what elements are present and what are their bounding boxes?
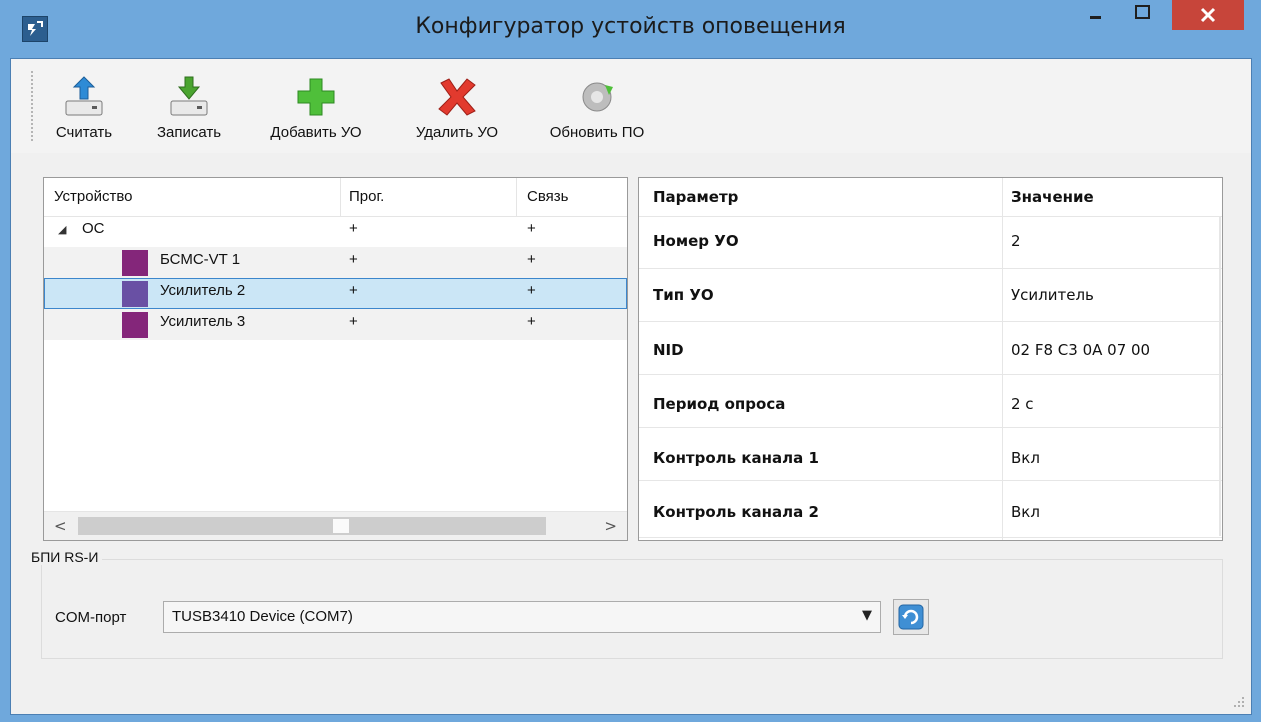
param-name: Контроль канала 1	[653, 449, 819, 467]
resize-grip-icon[interactable]	[1233, 696, 1245, 708]
collapse-triangle-icon[interactable]: ◢	[58, 223, 66, 236]
device-tree[interactable]: Устройство Прог. Связь ◢ ОС + + БСМС-VT …	[43, 177, 628, 541]
param-value[interactable]: Усилитель	[1011, 286, 1094, 304]
param-header-name[interactable]: Параметр	[653, 188, 738, 206]
minimize-button[interactable]	[1078, 0, 1112, 30]
tree-row-bsms[interactable]: БСМС-VT 1 + +	[44, 247, 627, 278]
close-button[interactable]	[1172, 0, 1244, 30]
param-name: Период опроса	[653, 395, 786, 413]
header-separator	[340, 178, 341, 216]
com-port-value: TUSB3410 Device (COM7)	[172, 608, 353, 625]
write-button[interactable]: Записать	[137, 75, 241, 145]
tree-cell-link: +	[527, 313, 536, 330]
param-value[interactable]: Вкл	[1011, 449, 1040, 467]
update-firmware-label: Обновить ПО	[549, 124, 645, 141]
upload-icon	[62, 75, 106, 119]
tree-row-amplifier-3[interactable]: Усилитель 3 + +	[44, 309, 627, 340]
scrollbar-track[interactable]	[78, 517, 546, 535]
tree-row-amplifier-2[interactable]: Усилитель 2 + +	[44, 278, 627, 309]
add-device-label: Добавить УО	[270, 124, 362, 141]
toolbar-grip[interactable]	[31, 71, 37, 141]
param-row[interactable]: NID 02 F8 C3 0A 07 00	[639, 322, 1222, 375]
download-icon	[167, 75, 211, 119]
param-name: NID	[653, 341, 684, 359]
header-separator	[516, 178, 517, 216]
param-header-row: Параметр Значение	[639, 178, 1222, 217]
update-firmware-icon	[575, 75, 619, 119]
title-bar[interactable]: Конфигуратор устойств оповещения	[0, 0, 1261, 58]
param-name: Тип УО	[653, 286, 714, 304]
read-button-label: Считать	[55, 124, 113, 141]
tree-cell-link: +	[527, 251, 536, 268]
delete-device-button[interactable]: Удалить УО	[393, 75, 521, 145]
tree-cell-name: БСМС-VT 1	[160, 251, 241, 268]
horizontal-scrollbar[interactable]: < >	[44, 511, 627, 540]
param-row[interactable]: Период опроса 2 с	[639, 375, 1222, 428]
tree-header-prog[interactable]: Прог.	[349, 188, 384, 205]
scroll-left-icon[interactable]: <	[54, 517, 67, 535]
tree-cell-name: ОС	[82, 220, 105, 237]
delete-x-icon	[435, 75, 479, 119]
param-value[interactable]: 2	[1011, 232, 1021, 250]
plus-icon	[294, 75, 338, 119]
read-button[interactable]: Считать	[39, 75, 129, 145]
param-value[interactable]: Вкл	[1011, 503, 1040, 521]
tree-row-os[interactable]: ◢ ОС + +	[44, 216, 627, 247]
scrollbar-thumb[interactable]	[333, 519, 349, 533]
add-device-button[interactable]: Добавить УО	[249, 75, 383, 145]
tree-header-link[interactable]: Связь	[527, 188, 568, 205]
tree-cell-prog: +	[349, 251, 358, 268]
param-row[interactable]: Контроль канала 2 Вкл	[639, 481, 1222, 538]
client-area: Считать Записать Добавить УО Удалить УО …	[10, 58, 1252, 715]
delete-device-label: Удалить УО	[415, 124, 499, 141]
param-name: Контроль канала 2	[653, 503, 819, 521]
param-value[interactable]: 02 F8 C3 0A 07 00	[1011, 341, 1150, 359]
com-port-label: COM-порт	[55, 609, 127, 626]
tree-cell-link: +	[527, 282, 536, 299]
parameter-table[interactable]: Параметр Значение Номер УО 2 Тип УО Усил…	[638, 177, 1223, 541]
param-name: Номер УО	[653, 232, 739, 250]
refresh-icon	[898, 604, 924, 630]
tree-header-device[interactable]: Устройство	[54, 188, 132, 205]
tree-cell-link: +	[527, 220, 536, 237]
param-header-value[interactable]: Значение	[1011, 188, 1094, 206]
tree-header: Устройство Прог. Связь	[44, 178, 627, 217]
app-window: Конфигуратор устойств оповещения Считать…	[0, 0, 1261, 722]
update-firmware-button[interactable]: Обновить ПО	[529, 75, 665, 145]
maximize-button[interactable]	[1126, 0, 1160, 30]
scroll-right-icon[interactable]: >	[604, 517, 617, 535]
device-icon	[122, 250, 148, 276]
tree-cell-prog: +	[349, 220, 358, 237]
write-button-label: Записать	[156, 124, 222, 141]
param-row[interactable]: Номер УО 2	[639, 216, 1222, 269]
param-row[interactable]: Тип УО Усилитель	[639, 269, 1222, 322]
param-row[interactable]: Контроль канала 1 Вкл	[639, 428, 1222, 481]
toolbar: Считать Записать Добавить УО Удалить УО …	[11, 59, 1251, 153]
window-title: Конфигуратор устойств оповещения	[415, 14, 846, 39]
param-value[interactable]: 2 с	[1011, 395, 1034, 413]
device-icon	[122, 312, 148, 338]
tree-cell-prog: +	[349, 282, 358, 299]
refresh-ports-button[interactable]	[893, 599, 929, 635]
bpi-group-label: БПИ RS-И	[27, 549, 103, 565]
tree-cell-name: Усилитель 2	[160, 282, 246, 299]
chevron-down-icon[interactable]: ▼	[862, 608, 872, 623]
device-icon	[122, 281, 148, 307]
tree-cell-prog: +	[349, 313, 358, 330]
tree-cell-name: Усилитель 3	[160, 313, 246, 330]
com-port-select[interactable]: TUSB3410 Device (COM7) ▼	[163, 601, 881, 633]
